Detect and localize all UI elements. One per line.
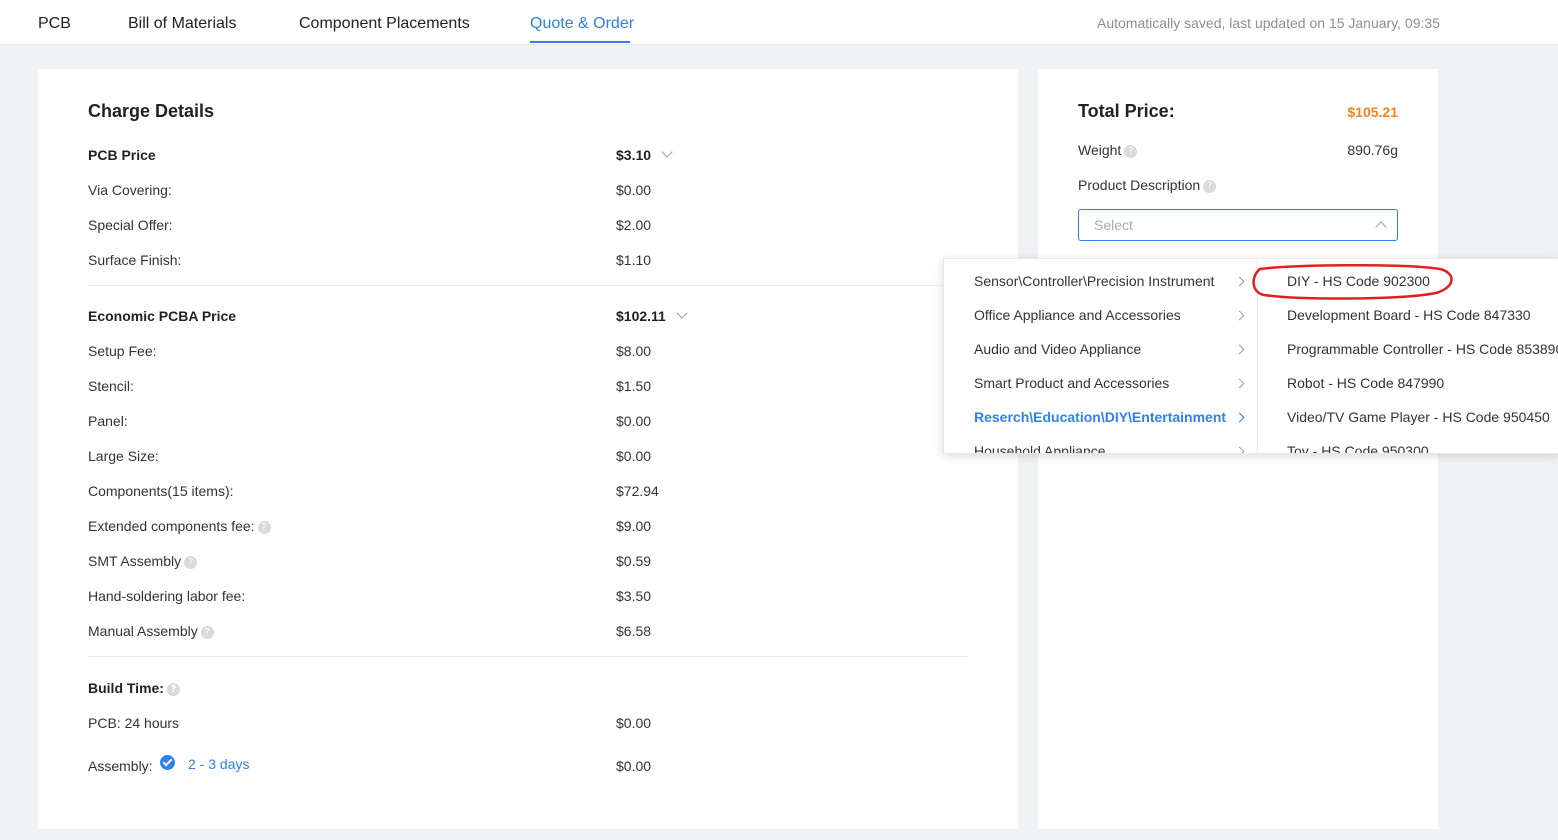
chevron-right-icon — [1234, 378, 1245, 389]
surface-finish-label: Surface Finish: — [88, 252, 182, 268]
panel-value: $0.00 — [616, 413, 652, 429]
pcba-price-label: Economic PCBA Price — [88, 308, 237, 324]
manual-assembly-row: Manual Assembly? — [88, 623, 214, 639]
pcba-price-expand-chevron-icon[interactable] — [676, 307, 688, 319]
tab-pcb[interactable]: PCB — [38, 15, 71, 33]
product-description-label: Product Description — [1078, 177, 1201, 193]
hs-option-toy[interactable]: Toy - HS Code 950300 — [1287, 443, 1429, 453]
assembly-build-time-option[interactable]: 2 - 3 days — [188, 756, 249, 772]
large-size-label: Large Size: — [88, 448, 159, 464]
charge-details-card: Charge Details PCB Price $3.10 Via Cover… — [38, 69, 1018, 829]
checked-circle-icon[interactable] — [160, 755, 175, 770]
components-value: $72.94 — [616, 483, 659, 499]
hand-soldering-label: Hand-soldering labor fee: — [88, 588, 246, 604]
surface-finish-value: $1.10 — [616, 252, 652, 268]
setup-fee-label: Setup Fee: — [88, 343, 157, 359]
via-covering-value: $0.00 — [616, 182, 652, 198]
category-option-household[interactable]: Household Appliance — [974, 443, 1106, 453]
hs-code-column: DIY - HS Code 902300 Development Board -… — [1258, 259, 1558, 453]
pcb-price-expand-chevron-icon[interactable] — [661, 146, 673, 158]
manual-assembly-label: Manual Assembly — [88, 623, 198, 639]
stencil-value: $1.50 — [616, 378, 652, 394]
chevron-right-icon — [1234, 310, 1245, 321]
assembly-build-time-label: Assembly: — [88, 758, 153, 774]
extended-components-fee-row: Extended components fee:? — [88, 518, 271, 534]
pcb-price-label: PCB Price — [88, 147, 156, 163]
help-icon[interactable]: ? — [200, 625, 214, 639]
active-tab-indicator — [530, 41, 630, 43]
hs-option-video-game-player[interactable]: Video/TV Game Player - HS Code 950450 — [1287, 409, 1550, 425]
build-time-label: Build Time: — [88, 680, 164, 696]
extended-components-fee-value: $9.00 — [616, 518, 652, 534]
pcb-build-time-value: $0.00 — [616, 715, 652, 731]
via-covering-label: Via Covering: — [88, 182, 172, 198]
charge-details-title: Charge Details — [88, 101, 215, 121]
hs-option-robot[interactable]: Robot - HS Code 847990 — [1287, 375, 1444, 391]
help-icon[interactable]: ? — [1203, 179, 1217, 193]
section-divider — [88, 285, 968, 286]
extended-components-fee-label: Extended components fee: — [88, 518, 255, 534]
chevron-right-icon — [1234, 344, 1245, 355]
hand-soldering-value: $3.50 — [616, 588, 652, 604]
product-description-row: Product Description? — [1078, 177, 1217, 193]
weight-row: Weight? — [1078, 142, 1138, 158]
hs-option-development-board[interactable]: Development Board - HS Code 847330 — [1287, 307, 1531, 323]
special-offer-label: Special Offer: — [88, 217, 173, 233]
tab-quote-order[interactable]: Quote & Order — [530, 15, 634, 33]
hs-option-programmable-controller[interactable]: Programmable Controller - HS Code 853890 — [1287, 341, 1558, 357]
tab-bill-of-materials[interactable]: Bill of Materials — [128, 15, 236, 33]
setup-fee-value: $8.00 — [616, 343, 652, 359]
help-icon[interactable]: ? — [257, 520, 271, 534]
smt-assembly-label: SMT Assembly — [88, 553, 182, 569]
assembly-build-time-value: $0.00 — [616, 758, 652, 774]
help-icon[interactable]: ? — [184, 555, 198, 569]
special-offer-value: $2.00 — [616, 217, 652, 233]
select-placeholder: Select — [1094, 217, 1133, 233]
build-time-row: Build Time:? — [88, 680, 180, 696]
tab-component-placements[interactable]: Component Placements — [299, 15, 470, 33]
category-option-smart-product[interactable]: Smart Product and Accessories — [974, 375, 1169, 391]
weight-label: Weight — [1078, 142, 1122, 158]
manual-assembly-value: $6.58 — [616, 623, 652, 639]
top-tab-bar: PCB Bill of Materials Component Placemen… — [0, 0, 1558, 45]
pcb-price-value: $3.10 — [616, 147, 652, 163]
total-price-label: Total Price: — [1078, 101, 1175, 121]
help-icon[interactable]: ? — [1124, 144, 1138, 158]
help-icon[interactable]: ? — [166, 682, 180, 696]
autosave-status: Automatically saved, last updated on 15 … — [1097, 15, 1440, 31]
smt-assembly-value: $0.59 — [616, 553, 652, 569]
category-option-audio-video[interactable]: Audio and Video Appliance — [974, 341, 1141, 357]
pcba-price-value: $102.11 — [616, 308, 666, 324]
hs-option-diy[interactable]: DIY - HS Code 902300 — [1287, 273, 1430, 289]
category-option-office[interactable]: Office Appliance and Accessories — [974, 307, 1181, 323]
components-label: Components(15 items): — [88, 483, 234, 499]
weight-value: 890.76g — [1347, 142, 1398, 158]
smt-assembly-row: SMT Assembly? — [88, 553, 198, 569]
panel-label: Panel: — [88, 413, 128, 429]
category-option-sensor[interactable]: Sensor\Controller\Precision Instrument — [974, 273, 1214, 289]
total-price-value: $105.21 — [1347, 104, 1398, 120]
chevron-up-icon — [1375, 221, 1387, 233]
large-size-value: $0.00 — [616, 448, 652, 464]
chevron-right-icon — [1234, 446, 1245, 453]
chevron-right-icon — [1234, 412, 1245, 423]
section-divider — [88, 656, 968, 657]
product-description-select[interactable]: Select — [1078, 209, 1398, 241]
pcb-build-time-label: PCB: 24 hours — [88, 715, 180, 731]
category-column: Sensor\Controller\Precision Instrument O… — [944, 259, 1258, 453]
stencil-label: Stencil: — [88, 378, 134, 394]
category-option-research-education-diy[interactable]: Reserch\Education\DIY\Entertainment — [974, 409, 1226, 425]
product-category-dropdown: Sensor\Controller\Precision Instrument O… — [943, 258, 1558, 454]
chevron-right-icon — [1234, 276, 1245, 287]
